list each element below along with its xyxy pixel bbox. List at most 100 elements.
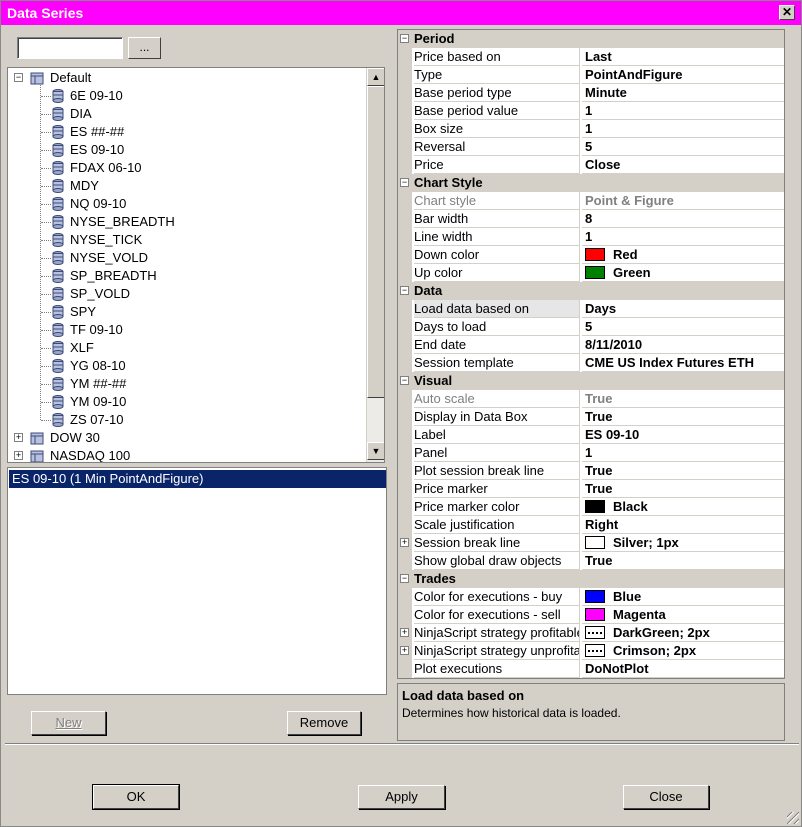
property-value[interactable]: True <box>582 552 784 570</box>
property-value[interactable]: ES 09-10 <box>582 426 784 444</box>
property-value[interactable]: Red <box>582 246 784 264</box>
property-value[interactable]: 1 <box>582 120 784 138</box>
category-data[interactable]: − Data <box>398 282 784 300</box>
tree-item[interactable]: MDY <box>8 177 364 195</box>
property-row[interactable]: Price marker True <box>398 480 784 498</box>
property-value[interactable]: 5 <box>582 318 784 336</box>
property-row[interactable]: Price marker color Black <box>398 498 784 516</box>
property-row[interactable]: Label ES 09-10 <box>398 426 784 444</box>
tree-item[interactable]: ES ##-## <box>8 123 364 141</box>
property-row[interactable]: Plot session break line True <box>398 462 784 480</box>
property-row[interactable]: Scale justification Right <box>398 516 784 534</box>
browse-button[interactable]: ... <box>128 37 161 59</box>
property-grid[interactable]: − Period Price based on Last Type PointAndFig… <box>397 29 785 679</box>
close-window-button[interactable]: ✕ <box>779 5 795 20</box>
property-row[interactable]: Price Close <box>398 156 784 174</box>
property-value[interactable]: 8/11/2010 <box>582 336 784 354</box>
property-row[interactable]: Price based on Last <box>398 48 784 66</box>
tree-item[interactable]: SP_VOLD <box>8 285 364 303</box>
ok-button[interactable]: OK <box>92 784 180 810</box>
property-value[interactable]: True <box>582 480 784 498</box>
remove-button[interactable]: Remove <box>287 711 361 735</box>
property-row[interactable]: Base period type Minute <box>398 84 784 102</box>
category-chart-style[interactable]: − Chart Style <box>398 174 784 192</box>
apply-button[interactable]: Apply <box>358 785 445 809</box>
property-row[interactable]: Color for executions - sell Magenta <box>398 606 784 624</box>
close-button[interactable]: Close <box>623 785 709 809</box>
tree-item[interactable]: NYSE_VOLD <box>8 249 364 267</box>
expand-toggle-icon[interactable]: + <box>400 628 409 637</box>
property-value[interactable]: Black <box>582 498 784 516</box>
tree-item[interactable]: ZS 07-10 <box>8 411 364 429</box>
collapse-toggle-icon[interactable]: − <box>400 34 409 43</box>
tree-group-2[interactable]: + NASDAQ 100 <box>8 447 364 462</box>
property-value[interactable]: Green <box>582 264 784 282</box>
property-value[interactable]: PointAndFigure <box>582 66 784 84</box>
property-row[interactable]: Load data based on Days <box>398 300 784 318</box>
tree-item[interactable]: TF 09-10 <box>8 321 364 339</box>
tree-item[interactable]: YM ##-## <box>8 375 364 393</box>
scroll-up-button[interactable]: ▲ <box>367 68 384 86</box>
property-row[interactable]: + NinjaScript strategy profitable DarkGree… <box>398 624 784 642</box>
property-row[interactable]: Reversal 5 <box>398 138 784 156</box>
property-value[interactable]: Silver; 1px <box>582 534 784 552</box>
expand-toggle-icon[interactable]: + <box>400 538 409 547</box>
tree-item[interactable]: XLF <box>8 339 364 357</box>
property-row[interactable]: Session template CME US Index Futures ETH <box>398 354 784 372</box>
property-row[interactable]: Up color Green <box>398 264 784 282</box>
tree-item[interactable]: NYSE_BREADTH <box>8 213 364 231</box>
expand-toggle-icon[interactable]: + <box>14 433 23 442</box>
collapse-toggle-icon[interactable]: − <box>400 286 409 295</box>
series-list-item-selected[interactable]: ES 09-10 (1 Min PointAndFigure) <box>9 470 386 488</box>
new-button[interactable]: New <box>31 711 106 735</box>
property-row[interactable]: Chart style Point & Figure <box>398 192 784 210</box>
collapse-toggle-icon[interactable]: − <box>400 178 409 187</box>
tree-item[interactable]: NQ 09-10 <box>8 195 364 213</box>
property-row[interactable]: Auto scale True <box>398 390 784 408</box>
property-value[interactable]: 1 <box>582 228 784 246</box>
expand-toggle-icon[interactable]: + <box>14 451 23 460</box>
tree-item[interactable]: SPY <box>8 303 364 321</box>
property-value[interactable]: Blue <box>582 588 784 606</box>
property-row[interactable]: + NinjaScript strategy unprofitable Crimso… <box>398 642 784 660</box>
tree-item[interactable]: SP_BREADTH <box>8 267 364 285</box>
tree-item[interactable]: NYSE_TICK <box>8 231 364 249</box>
property-value[interactable]: 5 <box>582 138 784 156</box>
tree-item[interactable]: FDAX 06-10 <box>8 159 364 177</box>
tree-item[interactable]: ES 09-10 <box>8 141 364 159</box>
property-row[interactable]: Down color Red <box>398 246 784 264</box>
tree-item[interactable]: YM 09-10 <box>8 393 364 411</box>
property-value[interactable]: DoNotPlot <box>582 660 784 678</box>
property-value[interactable]: CME US Index Futures ETH <box>582 354 784 372</box>
property-row[interactable]: Plot executions DoNotPlot <box>398 660 784 678</box>
tree-item[interactable]: DIA <box>8 105 364 123</box>
property-row[interactable]: End date 8/11/2010 <box>398 336 784 354</box>
property-row[interactable]: Box size 1 <box>398 120 784 138</box>
property-value[interactable]: Crimson; 2px <box>582 642 784 660</box>
tree-scrollbar[interactable]: ▲ ▼ <box>366 68 384 462</box>
property-row[interactable]: Color for executions - buy Blue <box>398 588 784 606</box>
property-value[interactable]: DarkGreen; 2px <box>582 624 784 642</box>
category-visual[interactable]: − Visual <box>398 372 784 390</box>
property-value[interactable]: 8 <box>582 210 784 228</box>
property-value[interactable]: Right <box>582 516 784 534</box>
property-value[interactable]: 1 <box>582 102 784 120</box>
property-row[interactable]: Days to load 5 <box>398 318 784 336</box>
property-value[interactable]: Magenta <box>582 606 784 624</box>
collapse-toggle-icon[interactable]: − <box>400 574 409 583</box>
resize-grip[interactable] <box>787 812 799 824</box>
tree-item[interactable]: YG 08-10 <box>8 357 364 375</box>
property-row[interactable]: + Session break line Silver; 1px <box>398 534 784 552</box>
category-period[interactable]: − Period <box>398 30 784 48</box>
property-value[interactable]: Close <box>582 156 784 174</box>
property-row[interactable]: Base period value 1 <box>398 102 784 120</box>
property-row[interactable]: Show global draw objects True <box>398 552 784 570</box>
tree-group-1[interactable]: + DOW 30 <box>8 429 364 447</box>
property-value[interactable]: Last <box>582 48 784 66</box>
collapse-toggle-icon[interactable]: − <box>400 376 409 385</box>
instrument-search-input[interactable] <box>17 37 123 59</box>
expand-toggle-icon[interactable]: + <box>400 646 409 655</box>
tree-item[interactable]: 6E 09-10 <box>8 87 364 105</box>
property-value[interactable]: Minute <box>582 84 784 102</box>
property-value[interactable]: 1 <box>582 444 784 462</box>
